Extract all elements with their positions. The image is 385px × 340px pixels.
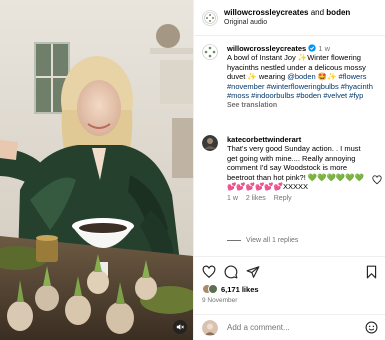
comment-icon[interactable] — [224, 265, 238, 279]
header-author-link[interactable]: willowcrossleycreates — [224, 8, 309, 17]
caption-avatar[interactable] — [202, 44, 218, 60]
comment-body: katecorbettwinderart That's very good Su… — [227, 135, 367, 204]
comment-author-link[interactable]: katecorbettwinderart — [227, 135, 301, 144]
comment-like-heart-icon[interactable] — [372, 175, 382, 185]
share-icon[interactable] — [246, 265, 260, 279]
header-collaborator-link[interactable]: boden — [326, 8, 350, 17]
comment-avatar[interactable] — [202, 135, 218, 151]
likes-line: 6,171 likes — [202, 284, 259, 294]
viewer-avatar — [202, 319, 218, 336]
header-joiner: and — [308, 8, 327, 17]
comment-time: 1 w — [227, 195, 238, 203]
see-translation-link[interactable]: See translation — [227, 102, 277, 109]
mute-button[interactable] — [173, 320, 187, 334]
reply-button[interactable]: Reply — [274, 195, 292, 202]
brand-logo-icon — [204, 11, 216, 24]
post-viewer: willowcrossleycreates and boden Original… — [0, 0, 385, 340]
author-avatar[interactable] — [202, 9, 218, 26]
caption-mention-link[interactable]: @boden — [287, 72, 315, 81]
view-replies-label: View all 1 replies — [246, 237, 299, 244]
header-text: willowcrossleycreates and boden Original… — [224, 8, 350, 27]
caption-emoji: 🤩✨ — [315, 72, 337, 82]
liker-avatar — [208, 284, 218, 294]
user-avatar-icon — [202, 135, 218, 151]
post-actions: 6,171 likes 9 November — [194, 256, 385, 304]
replies-divider — [227, 239, 241, 241]
caption-body: willowcrossleycreates 1 w A bowl of Inst… — [227, 44, 379, 111]
comment-meta: 1 w 2 likes Reply — [227, 194, 367, 203]
mute-icon — [176, 324, 184, 330]
caption-author-link[interactable]: willowcrossleycreates — [227, 44, 306, 53]
action-bar — [202, 265, 378, 279]
comment-likes[interactable]: 2 likes — [246, 195, 266, 202]
heart-icon[interactable] — [202, 265, 216, 279]
comment-input[interactable] — [227, 323, 347, 332]
audio-link[interactable]: Original audio — [224, 18, 350, 27]
bookmark-icon[interactable] — [365, 265, 378, 279]
post-video[interactable] — [0, 0, 193, 340]
header-authors: willowcrossleycreates and boden — [224, 8, 350, 17]
brand-logo-icon — [202, 44, 218, 60]
likes-count[interactable]: 6,171 likes — [221, 285, 259, 294]
add-comment-bar — [194, 314, 385, 340]
video-frame — [0, 0, 193, 340]
viewer-avatar-icon — [202, 319, 218, 336]
comments-list[interactable]: willowcrossleycreates 1 w A bowl of Inst… — [194, 38, 385, 252]
post-side-panel: willowcrossleycreates and boden Original… — [193, 0, 385, 340]
emoji-icon[interactable] — [365, 321, 378, 334]
view-replies-link[interactable]: View all 1 replies — [194, 237, 385, 244]
caption-time: 1 w — [318, 44, 331, 53]
post-header: willowcrossleycreates and boden Original… — [194, 0, 385, 36]
verified-icon — [308, 44, 316, 52]
comment-text: That's very good Sunday action. . I must… — [227, 144, 364, 192]
post-date: 9 November — [202, 297, 238, 304]
